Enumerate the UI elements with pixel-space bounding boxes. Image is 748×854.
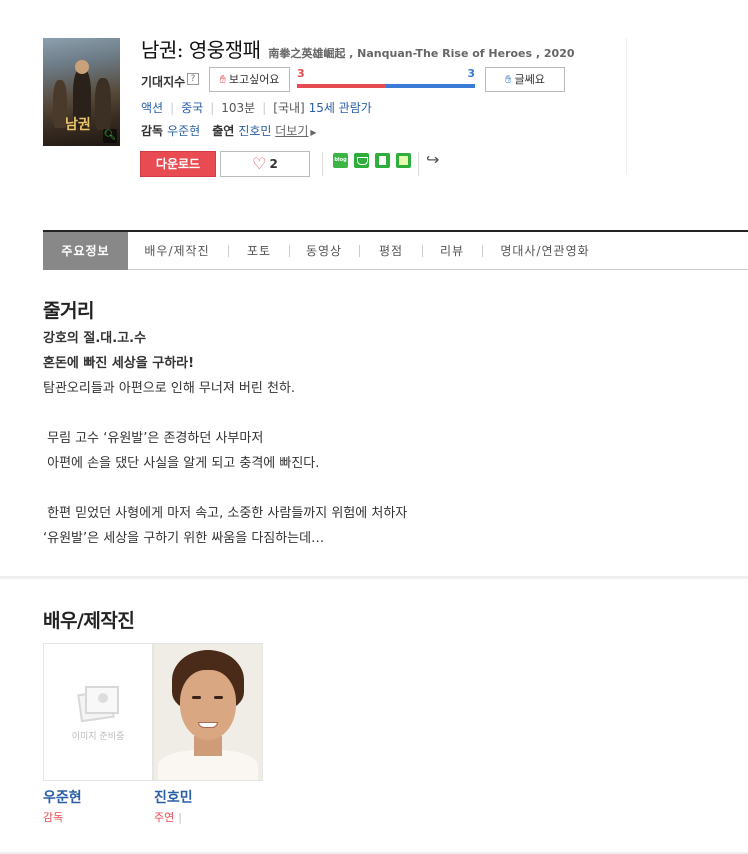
divider [322, 152, 323, 176]
divider [418, 152, 419, 176]
credits: 감독 우준현 출연 진호민 더보기 ▶ [141, 122, 317, 139]
gauge-bar [297, 84, 475, 88]
cast-role: 감독 [43, 811, 64, 824]
cast-role-text: 주연 [154, 811, 175, 824]
synopsis-line: 탐관오리들과 아편으로 인해 무너져 버린 천하. [43, 381, 296, 396]
cast-role: 주연 | [154, 811, 182, 824]
more-cast-link[interactable]: 더보기 [275, 124, 308, 138]
like-button[interactable]: ♡ 2 [220, 151, 310, 177]
want-to-see-button[interactable]: ✋︎ 보고싶어요 [209, 67, 290, 92]
synopsis-line: ‘유원발’은 세상을 구하기 위한 싸움을 다짐하는데… [43, 531, 325, 546]
divider [289, 245, 290, 257]
actor-photo [154, 644, 262, 780]
synopsis-line: 한편 믿었던 사형에게 마저 속고, 소중한 사람들까지 위험에 처하자 [43, 506, 408, 521]
tab-cast-crew[interactable]: 배우/제작진 [133, 232, 221, 270]
cast-heading: 배우/제작진 [43, 610, 135, 632]
synopsis-line: 무림 고수 ‘유원발’은 존경하던 사부마저 [43, 431, 264, 446]
not-sure-button[interactable]: ✋︎ 글쎄요 [485, 67, 565, 92]
poster-figure-head [75, 60, 89, 74]
synopsis-line: 혼돈에 빠진 세상을 구하라! [43, 356, 195, 371]
cast-card[interactable]: 이미지 준비중 [43, 643, 153, 781]
runtime: 103분 [221, 101, 256, 115]
divider: | [262, 101, 267, 115]
share-icon[interactable]: ↪︎ [426, 150, 439, 169]
director-label: 감독 [141, 124, 164, 138]
heart-icon: ♡ [252, 154, 267, 173]
zoom-icon[interactable]: 🔍︎ [103, 129, 117, 143]
movie-subtitle: 南拳之英雄崛起 , Nanquan-The Rise of Heroes , 2… [268, 47, 575, 60]
poster-figure [95, 78, 111, 130]
content-tabs: 주요정보 배우/제작진 포토 동영상 평점 리뷰 명대사/연관영화 [43, 230, 748, 270]
tab-rating[interactable]: 평점 [366, 232, 416, 270]
cast-name-link[interactable]: 우준현 [43, 787, 82, 807]
not-sure-label: 글쎄요 [514, 73, 545, 86]
divider [482, 245, 483, 257]
release-region: [국내] [273, 101, 305, 115]
synopsis-heading: 줄거리 [43, 300, 94, 322]
age-rating-link[interactable]: 15세 관람가 [309, 101, 372, 115]
director-link[interactable]: 우준현 [167, 124, 200, 138]
nope-count: 3 [467, 67, 475, 80]
divider: | [210, 101, 215, 115]
cast-link[interactable]: 진호민 [238, 124, 271, 138]
tab-review[interactable]: 리뷰 [429, 232, 475, 270]
expectation-gauge: 3 3 [297, 67, 475, 93]
thumbs-down-icon: ✋︎ [505, 73, 512, 86]
movie-title: 남권: 영웅쟁패 [141, 38, 261, 62]
divider [422, 245, 423, 257]
download-button[interactable]: 다운로드 [140, 151, 216, 177]
blog-share-icon[interactable]: blog [333, 153, 348, 168]
synopsis-line: 아편에 손을 댔단 사실을 알게 되고 충격에 빠진다. [43, 456, 320, 471]
expectation-rating: 기대지수 ? ✋︎ 보고싶어요 3 3 ✋︎ 글쎄요 [141, 67, 581, 93]
like-count: 2 [269, 157, 278, 171]
tab-video[interactable]: 동영상 [296, 232, 352, 270]
divider [228, 245, 229, 257]
gauge-fill [297, 84, 386, 88]
tab-main-info[interactable]: 주요정보 [43, 232, 128, 270]
cast-name-link[interactable]: 진호민 [154, 787, 193, 807]
divider [626, 38, 627, 174]
want-to-see-label: 보고싶어요 [228, 73, 280, 86]
help-icon[interactable]: ? [187, 73, 199, 85]
memo-share-icon[interactable] [396, 153, 411, 168]
movie-poster[interactable]: 남권 🔍︎ [43, 38, 120, 146]
expectation-label: 기대지수 [141, 75, 186, 89]
cast-card[interactable] [153, 643, 263, 781]
divider [359, 245, 360, 257]
chevron-right-icon: ▶ [310, 128, 317, 137]
tab-photo[interactable]: 포토 [235, 232, 283, 270]
cafe-share-icon[interactable] [354, 153, 369, 168]
movie-title-row: 남권: 영웅쟁패 南拳之英雄崛起 , Nanquan-The Rise of H… [141, 34, 575, 63]
country-link[interactable]: 중국 [181, 101, 203, 115]
synopsis-text: 강호의 절.대.고.수 혼돈에 빠진 세상을 구하라! 탐관오리들과 아편으로 … [43, 326, 407, 551]
tab-quotes-related[interactable]: 명대사/연관영화 [489, 232, 601, 270]
cast-label: 출연 [212, 124, 235, 138]
bookmark-share-icon[interactable] [375, 153, 390, 168]
genre-link[interactable]: 액션 [141, 101, 163, 115]
want-count: 3 [297, 67, 305, 80]
section-divider [0, 576, 748, 579]
thumbs-up-icon: ✋︎ [219, 73, 226, 86]
poster-title-art: 남권 [65, 117, 91, 133]
synopsis-line: 강호의 절.대.고.수 [43, 331, 147, 346]
no-image-icon [77, 686, 119, 723]
no-image-text: 이미지 준비중 [71, 732, 125, 742]
movie-meta: 액션 | 중국 | 103분 | [국내] 15세 관람가 [141, 99, 372, 116]
divider: | [170, 101, 175, 115]
